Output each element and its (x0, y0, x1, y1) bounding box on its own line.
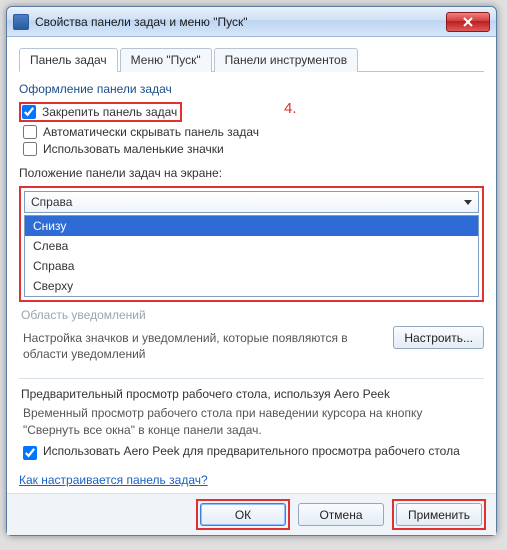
close-icon (463, 17, 473, 27)
tab-toolbars[interactable]: Панели инструментов (214, 48, 358, 72)
help-link-label: Как настраивается панель задач? (19, 473, 208, 487)
button-label: ОК (235, 508, 251, 522)
autohide-checkbox[interactable] (23, 125, 37, 139)
position-dropdown: Снизу Слева Справа Сверху (24, 215, 479, 297)
lock-taskbar-checkbox[interactable] (22, 105, 36, 119)
window-title: Свойства панели задач и меню "Пуск" (35, 15, 446, 29)
dialog-footer: ОК Отмена Применить (7, 493, 496, 535)
small-icons-row[interactable]: Использовать маленькие значки (23, 142, 484, 156)
notification-row: Настройка значков и уведомлений, которые… (19, 326, 484, 368)
small-icons-label: Использовать маленькие значки (43, 142, 224, 156)
button-label: Настроить... (404, 331, 473, 345)
option-label: Слева (33, 239, 68, 253)
position-combobox[interactable]: Справа (24, 191, 479, 213)
tab-strip: Панель задач Меню "Пуск" Панели инструме… (19, 47, 484, 72)
app-icon (13, 14, 29, 30)
notification-desc: Настройка значков и уведомлений, которые… (23, 330, 379, 362)
chevron-down-icon (464, 200, 472, 205)
position-heading: Положение панели задач на экране: (19, 166, 484, 180)
tab-start-menu[interactable]: Меню "Пуск" (120, 48, 212, 72)
appearance-heading: Оформление панели задач (19, 82, 484, 96)
client-area: Панель задач Меню "Пуск" Панели инструме… (7, 37, 496, 535)
aero-peek-label: Использовать Aero Peek для предварительн… (43, 444, 460, 458)
titlebar[interactable]: Свойства панели задач и меню "Пуск" (7, 7, 496, 37)
cancel-button[interactable]: Отмена (298, 503, 384, 526)
highlight-apply: Применить (392, 499, 486, 530)
tab-label: Меню "Пуск" (131, 53, 201, 67)
annotation-marker: 4. (284, 100, 297, 117)
tab-taskbar[interactable]: Панель задач (19, 48, 118, 72)
properties-window: Свойства панели задач и меню "Пуск" Пане… (6, 6, 497, 536)
close-button[interactable] (446, 12, 490, 32)
aero-desc: Временный просмотр рабочего стола при на… (23, 405, 480, 437)
tab-label: Панели инструментов (225, 53, 347, 67)
separator (19, 378, 484, 379)
position-selected: Справа (31, 195, 72, 209)
position-option-bottom[interactable]: Снизу (25, 216, 478, 236)
option-label: Сверху (33, 279, 73, 293)
small-icons-checkbox[interactable] (23, 142, 37, 156)
aero-peek-checkbox[interactable] (23, 446, 37, 460)
apply-button[interactable]: Применить (396, 503, 482, 526)
option-label: Снизу (33, 219, 66, 233)
option-label: Справа (33, 259, 74, 273)
aero-peek-row[interactable]: Использовать Aero Peek для предварительн… (23, 444, 484, 460)
button-label: Применить (408, 508, 470, 522)
highlight-lock-taskbar: Закрепить панель задач (19, 102, 182, 122)
position-option-top[interactable]: Сверху (25, 276, 478, 296)
help-link[interactable]: Как настраивается панель задач? (19, 473, 208, 487)
highlight-position-select: Справа Снизу Слева Справа Сверху (19, 186, 484, 302)
lock-taskbar-row[interactable]: Закрепить панель задач (22, 105, 177, 119)
ok-button[interactable]: ОК (200, 503, 286, 526)
position-option-right[interactable]: Справа (25, 256, 478, 276)
lock-taskbar-label: Закрепить панель задач (42, 105, 177, 119)
autohide-label: Автоматически скрывать панель задач (43, 125, 259, 139)
highlight-ok: ОК (196, 499, 290, 530)
notification-heading: Область уведомлений (21, 308, 484, 322)
tab-label: Панель задач (30, 53, 107, 67)
position-option-left[interactable]: Слева (25, 236, 478, 256)
button-label: Отмена (319, 508, 362, 522)
aero-heading: Предварительный просмотр рабочего стола,… (21, 387, 482, 401)
configure-button[interactable]: Настроить... (393, 326, 484, 349)
autohide-row[interactable]: Автоматически скрывать панель задач (23, 125, 484, 139)
